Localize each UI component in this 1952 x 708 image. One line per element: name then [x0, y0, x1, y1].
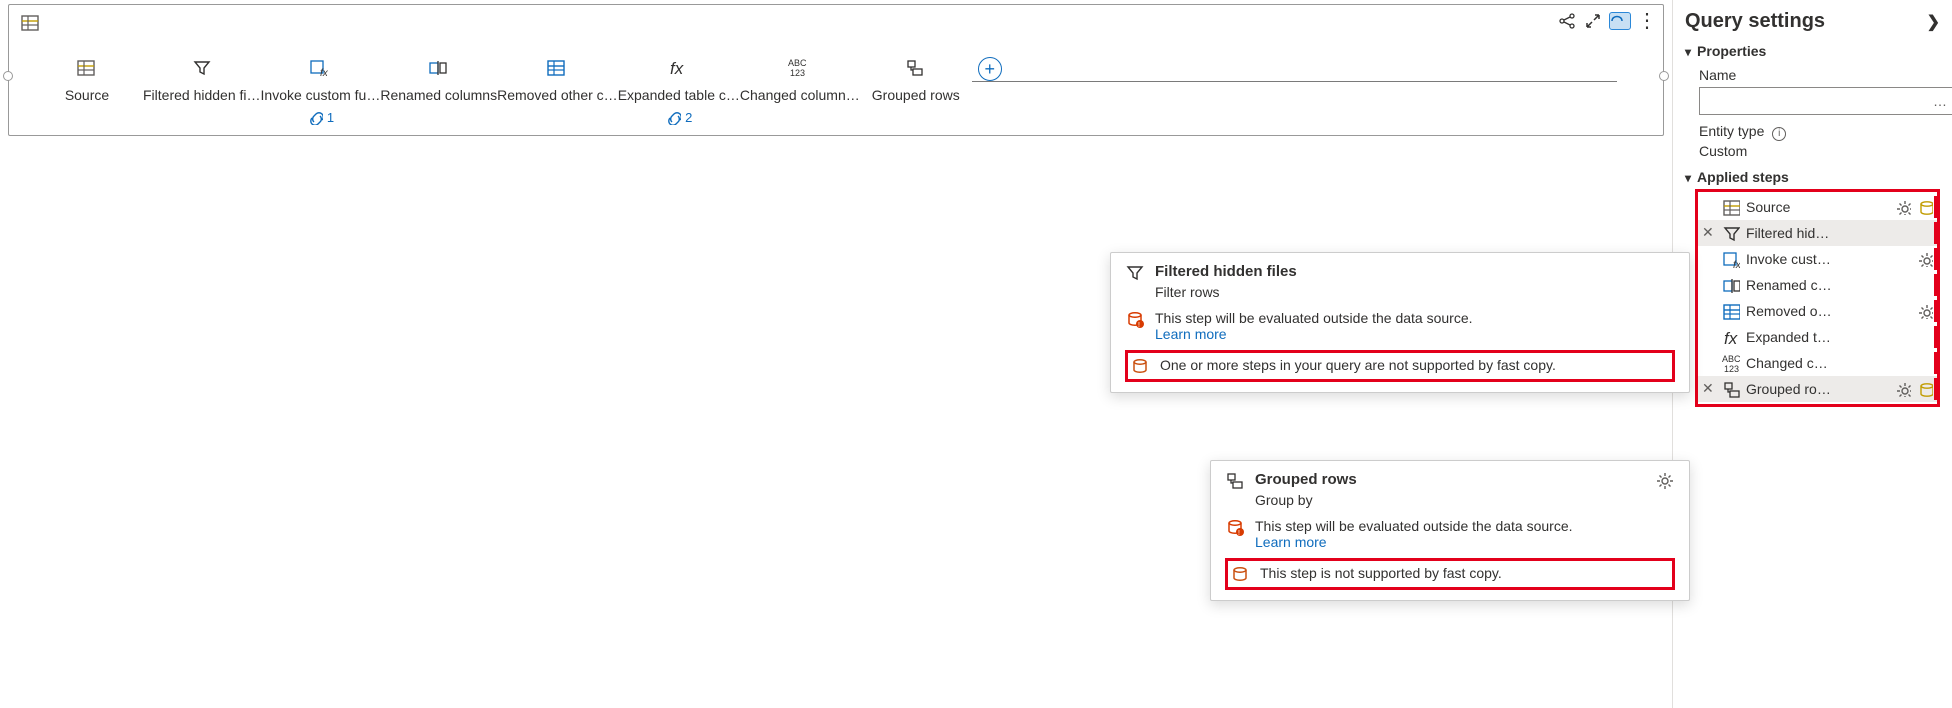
- step-label: Changed column…: [740, 87, 860, 103]
- warning-db-icon: [1125, 310, 1145, 330]
- tooltip-filtered-hidden: Filtered hidden files Filter rows This s…: [1110, 252, 1690, 393]
- gear-icon[interactable]: [1655, 471, 1675, 491]
- group-icon: [903, 55, 929, 81]
- tooltip-grouped-rows: Grouped rows Group by This step will be …: [1210, 460, 1690, 601]
- step-label: Expanded table c…: [618, 87, 740, 103]
- group-icon: [1225, 471, 1245, 491]
- fastcopy-warn-icon: [1130, 357, 1150, 377]
- step-type-icon: [1722, 276, 1740, 294]
- step-label: Source: [65, 87, 109, 103]
- tooltip-title: Filtered hidden files: [1155, 263, 1297, 280]
- info-icon[interactable]: i: [1772, 127, 1786, 141]
- step-filtered-hidden[interactable]: Filtered hidden fi…: [143, 55, 261, 103]
- step-type-icon: [1722, 380, 1740, 398]
- step-source[interactable]: Source: [31, 55, 143, 103]
- query-settings-panel: Query settings ❯ Properties Name … Entit…: [1672, 0, 1952, 708]
- tooltip-subtitle: Group by: [1255, 492, 1357, 508]
- table-icon: [74, 55, 100, 81]
- step-label: Grouped rows: [872, 87, 960, 103]
- step-link-count[interactable]: 1: [307, 109, 334, 125]
- panel-title: Query settings ❯: [1685, 10, 1940, 33]
- applied-step-item[interactable]: ✕Removed o…: [1698, 298, 1937, 324]
- step-label: Invoke custom fu…: [261, 87, 381, 103]
- expand-icon: [666, 55, 692, 81]
- applied-step-item[interactable]: ✕Changed c…: [1698, 350, 1937, 376]
- step-label: Filtered hidden fi…: [143, 87, 261, 103]
- step-type-icon: [1722, 328, 1740, 346]
- learn-more-link[interactable]: Learn more: [1255, 534, 1327, 550]
- entity-type-value: Custom: [1699, 143, 1940, 159]
- name-input[interactable]: …: [1699, 87, 1952, 115]
- applied-step-label: Source: [1746, 199, 1889, 215]
- remove-step-icon[interactable]: ✕: [1702, 380, 1716, 397]
- applied-step-item[interactable]: ✕Renamed c…: [1698, 272, 1937, 298]
- applied-step-label: Renamed c…: [1746, 277, 1933, 293]
- applied-step-label: Filtered hid…: [1746, 225, 1933, 241]
- applied-step-label: Changed c…: [1746, 355, 1933, 371]
- filter-icon: [189, 55, 215, 81]
- step-track-row: Source Filtered hidden fi… Invoke custom…: [15, 11, 1653, 129]
- fx-table-icon: [307, 55, 333, 81]
- applied-step-item[interactable]: ✕Source: [1698, 194, 1937, 220]
- step-type-icon: [1722, 250, 1740, 268]
- entity-type-label: Entity type i: [1699, 123, 1940, 141]
- properties-header[interactable]: Properties: [1685, 43, 1940, 59]
- name-label: Name: [1699, 67, 1940, 83]
- abc123-icon: [787, 55, 813, 81]
- tooltip-title: Grouped rows: [1255, 471, 1357, 488]
- tooltip-warning: This step will be evaluated outside the …: [1155, 310, 1473, 326]
- tooltip-warning: This step will be evaluated outside the …: [1255, 518, 1573, 534]
- step-changed-column[interactable]: Changed column…: [740, 55, 860, 103]
- applied-steps-highlight: ✕Source✕Filtered hid…✕Invoke cust…✕Renam…: [1695, 189, 1940, 407]
- step-invoke-custom[interactable]: Invoke custom fu… 1: [261, 55, 381, 125]
- step-expanded-table[interactable]: Expanded table c… 2: [618, 55, 740, 125]
- track-end-dot: [1659, 71, 1669, 81]
- table-blue-icon: [544, 55, 570, 81]
- ellipsis-icon[interactable]: …: [1933, 93, 1947, 109]
- fastcopy-highlight: One or more steps in your query are not …: [1125, 350, 1675, 382]
- filter-icon: [1125, 263, 1145, 283]
- step-type-icon: [1722, 354, 1740, 372]
- datasource-icon: [1917, 199, 1933, 215]
- applied-step-label: Invoke cust…: [1746, 251, 1911, 267]
- rename-icon: [426, 55, 452, 81]
- learn-more-link[interactable]: Learn more: [1155, 326, 1227, 342]
- datasource-icon: [1917, 381, 1933, 397]
- step-type-icon: [1722, 198, 1740, 216]
- applied-step-item[interactable]: ✕Expanded t…: [1698, 324, 1937, 350]
- warning-db-icon: [1225, 518, 1245, 538]
- applied-steps-header[interactable]: Applied steps: [1685, 169, 1940, 185]
- add-step-button[interactable]: +: [972, 55, 1008, 81]
- applied-step-label: Grouped ro…: [1746, 381, 1889, 397]
- track-start-dot: [3, 71, 13, 81]
- gear-icon[interactable]: [1917, 303, 1933, 319]
- plus-icon: +: [978, 57, 1002, 81]
- step-link-count[interactable]: 2: [665, 109, 692, 125]
- step-type-icon: [1722, 302, 1740, 320]
- applied-step-item[interactable]: ✕ Filtered hid…: [1698, 220, 1937, 246]
- step-label: Removed other c…: [497, 87, 618, 103]
- gear-icon[interactable]: [1917, 251, 1933, 267]
- fastcopy-highlight: This step is not supported by fast copy.: [1225, 558, 1675, 590]
- remove-step-icon[interactable]: ✕: [1702, 224, 1716, 241]
- step-type-icon: [1722, 224, 1740, 242]
- applied-step-item[interactable]: ✕Invoke cust…: [1698, 246, 1937, 272]
- step-label: Renamed columns: [380, 87, 497, 103]
- step-removed-other[interactable]: Removed other c…: [497, 55, 618, 103]
- chevron-right-icon[interactable]: ❯: [1927, 12, 1940, 32]
- step-renamed[interactable]: Renamed columns: [380, 55, 497, 103]
- applied-step-label: Expanded t…: [1746, 329, 1933, 345]
- applied-step-item[interactable]: ✕ Grouped ro…: [1698, 376, 1937, 402]
- fastcopy-warn-icon: [1230, 565, 1250, 585]
- diagram-panel: ⋮ Source Filtered hidden fi… Invoke cust…: [8, 4, 1664, 136]
- step-grouped-rows[interactable]: Grouped rows: [860, 55, 972, 103]
- fastcopy-message: This step is not supported by fast copy.: [1260, 565, 1502, 581]
- tooltip-subtitle: Filter rows: [1155, 284, 1297, 300]
- gear-icon[interactable]: [1895, 381, 1911, 397]
- gear-icon[interactable]: [1895, 199, 1911, 215]
- applied-step-label: Removed o…: [1746, 303, 1911, 319]
- fastcopy-message: One or more steps in your query are not …: [1160, 357, 1556, 373]
